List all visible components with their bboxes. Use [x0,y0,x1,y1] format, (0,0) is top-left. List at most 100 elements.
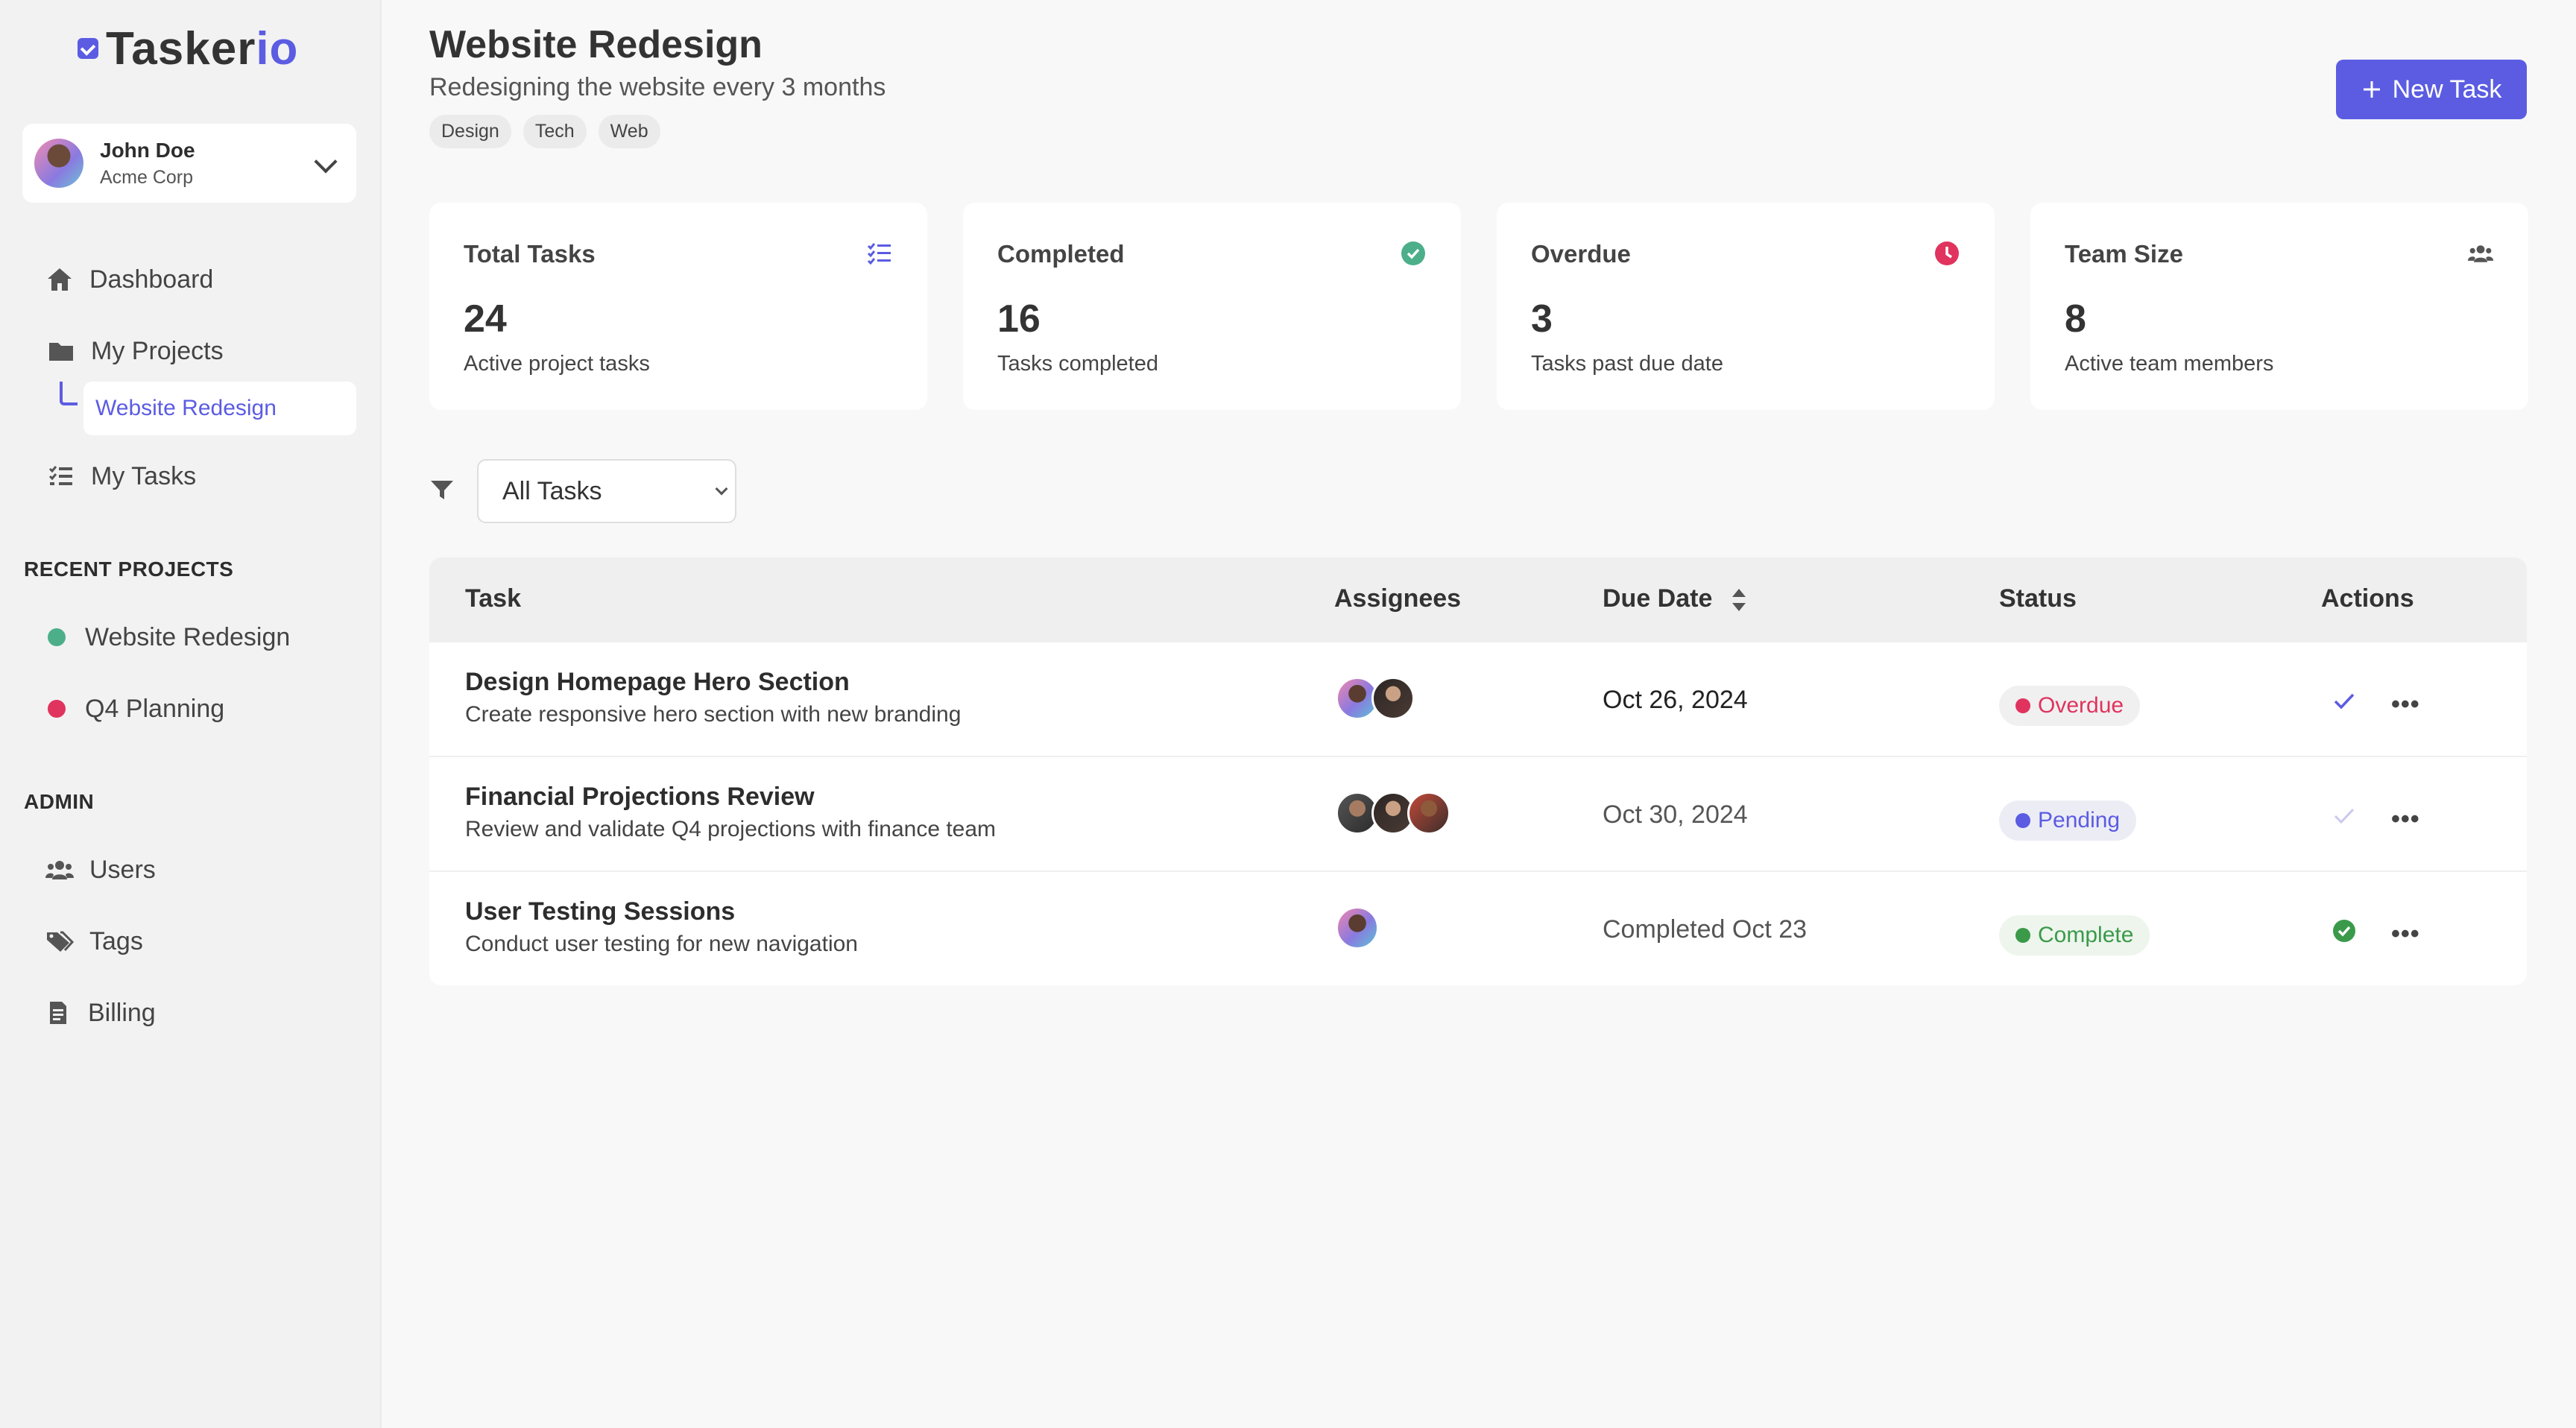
users-icon [2467,240,2494,267]
stat-card-team: Team Size 8 Active team members [2030,203,2528,410]
due-date: Oct 26, 2024 [1603,686,1748,714]
stat-card-overdue: Overdue 3 Tasks past due date [1497,203,1995,410]
sidebar-item-label: Billing [88,998,156,1027]
task-filter-select[interactable]: All Tasks [477,459,736,523]
sidebar-item-dashboard[interactable]: Dashboard [45,261,213,298]
stat-label: Total Tasks [464,240,596,268]
status-label: Overdue [2038,693,2124,718]
sidebar-item-label: Users [89,855,156,884]
due-date: Oct 30, 2024 [1603,800,1748,829]
mark-complete-check-icon[interactable] [2332,803,2357,829]
page-title: Website Redesign [429,23,763,66]
stat-value: 24 [464,297,507,341]
chevron-down-icon[interactable] [314,150,338,174]
users-icon [45,855,75,885]
tag-chip[interactable]: Tech [523,115,587,148]
status-dot [2015,698,2030,713]
task-desc: Create responsive hero section with new … [465,702,962,727]
more-options-icon[interactable]: ••• [2391,690,2420,719]
recent-projects-heading: RECENT PROJECTS [24,557,234,581]
stat-label: Completed [997,240,1125,268]
table-row[interactable]: Design Homepage Hero Section Create resp… [429,642,2527,757]
new-task-button[interactable]: New Task [2336,60,2527,119]
task-name[interactable]: User Testing Sessions [465,897,735,926]
status-badge: Overdue [1999,686,2141,726]
stat-desc: Tasks completed [997,352,1158,376]
recent-project-label: Q4 Planning [85,694,225,723]
new-task-label: New Task [2392,75,2502,104]
more-options-icon[interactable]: ••• [2391,805,2420,834]
header-due-date[interactable]: Due Date [1603,584,1712,613]
sidebar-item-label: My Tasks [91,461,197,490]
assignee-avatars [1336,792,1450,835]
clock-icon [1933,240,1960,267]
task-table: Task Assignees Due Date Status Actions D… [429,557,2527,985]
more-options-icon[interactable]: ••• [2391,920,2420,949]
logo-check-icon [78,38,98,59]
admin-heading: ADMIN [24,790,95,813]
stat-label: Overdue [1531,240,1631,268]
sort-icon[interactable] [1731,587,1747,613]
logo[interactable]: Tasker io [78,22,299,75]
project-color-dot [48,628,66,646]
plus-icon [2363,81,2380,98]
assignee-avatars [1336,677,1415,720]
tags-icon [45,926,75,956]
task-desc: Conduct user testing for new navigation [465,932,858,956]
table-header: Task Assignees Due Date Status Actions [429,557,2527,642]
avatar[interactable] [1371,677,1415,720]
folder-icon [46,336,76,366]
stat-desc: Active team members [2065,352,2274,376]
tree-connector [60,382,78,405]
stat-desc: Active project tasks [464,352,650,376]
sidebar-item-my-tasks[interactable]: My Tasks [46,458,196,495]
user-org: Acme Corp [100,166,194,188]
status-label: Complete [2038,923,2134,947]
recent-project-label: Website Redesign [85,622,291,651]
check-circle-icon [1400,240,1427,267]
tag-chip[interactable]: Web [598,115,660,148]
assignee-avatars [1336,906,1379,950]
header-status: Status [1999,584,2077,613]
mark-complete-check-icon[interactable] [2332,689,2357,714]
avatar[interactable] [1336,906,1379,950]
sidebar-subitem-website-redesign[interactable]: Website Redesign [83,382,356,435]
logo-text: Tasker [106,22,256,75]
sidebar-item-label: My Projects [91,336,224,365]
status-badge: Pending [1999,800,2137,841]
task-name[interactable]: Financial Projections Review [465,783,815,812]
recent-project-item[interactable]: Website Redesign [45,619,290,656]
table-row[interactable]: Financial Projections Review Review and … [429,757,2527,872]
sidebar-item-projects[interactable]: My Projects [46,332,224,370]
stat-value: 3 [1531,297,1553,341]
user-switcher[interactable]: John Doe Acme Corp [22,124,356,203]
avatar [34,139,83,188]
tag-chip[interactable]: Design [429,115,511,148]
completed-check-circle-icon[interactable] [2332,918,2357,944]
project-tags: Design Tech Web [429,115,660,148]
sidebar-item-billing[interactable]: Billing [43,994,156,1031]
header-assignees: Assignees [1334,584,1462,613]
header-task: Task [465,584,521,613]
list-check-icon [46,461,76,491]
sidebar-item-tags[interactable]: Tags [45,923,143,960]
sidebar-item-label: Dashboard [89,265,214,294]
user-name: John Doe [100,138,195,162]
stat-label: Team Size [2065,240,2183,268]
sidebar-item-users[interactable]: Users [45,851,156,888]
filter-icon[interactable] [429,478,456,505]
page-subtitle: Redesigning the website every 3 months [429,73,886,101]
logo-accent-text: io [256,22,299,75]
task-desc: Review and validate Q4 projections with … [465,817,997,841]
stat-card-completed: Completed 16 Tasks completed [963,203,1461,410]
table-row[interactable]: User Testing Sessions Conduct user testi… [429,872,2527,985]
project-color-dot [48,700,66,718]
header-actions: Actions [2321,584,2414,613]
due-date: Completed Oct 23 [1603,915,1808,944]
home-icon [45,265,75,294]
sidebar: Tasker io John Doe Acme Corp Dashboard My… [0,0,382,1428]
recent-project-item[interactable]: Q4 Planning [45,690,224,727]
avatar[interactable] [1407,792,1450,835]
task-name[interactable]: Design Homepage Hero Section [465,668,850,697]
stat-value: 16 [997,297,1041,341]
